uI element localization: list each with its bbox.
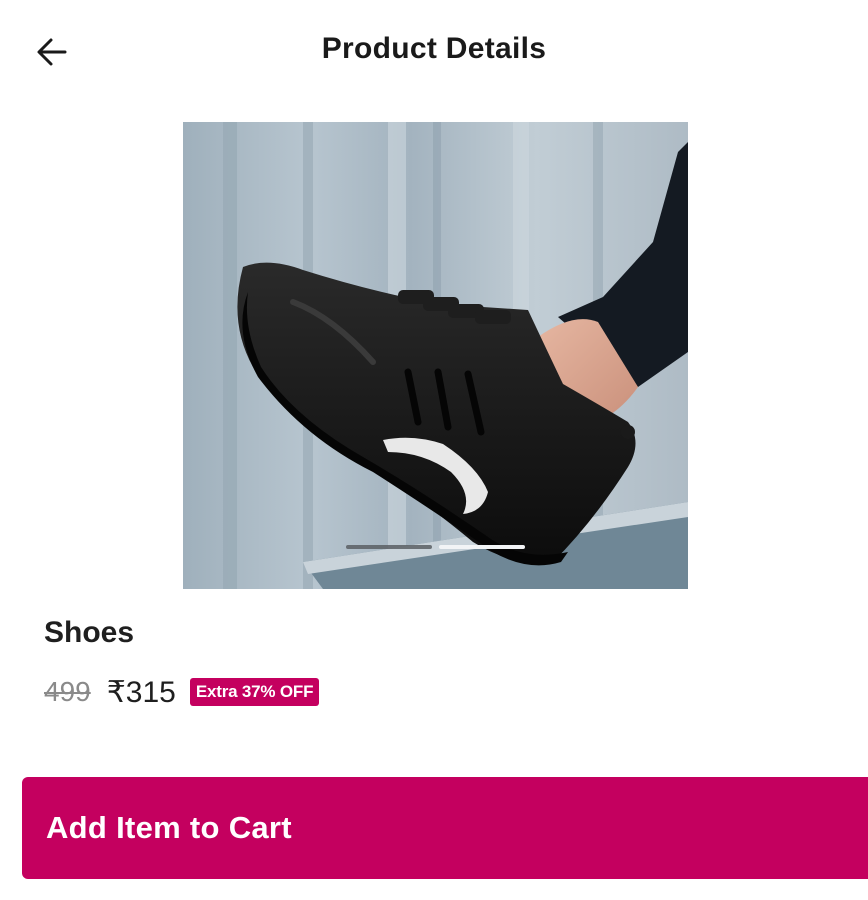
- product-details-screen: Product Details Shoes 499 ₹315 Extra 37%…: [0, 0, 868, 900]
- page-title: Product Details: [321, 32, 547, 65]
- carousel-dot-active[interactable]: [439, 545, 525, 549]
- product-image: [183, 122, 688, 589]
- original-price: 499: [44, 676, 91, 707]
- product-name: Shoes: [44, 616, 135, 649]
- product-image-carousel[interactable]: [183, 122, 688, 589]
- current-price: ₹315: [106, 675, 176, 709]
- carousel-dot[interactable]: [346, 545, 432, 549]
- price-row: 499 ₹315 Extra 37% OFF: [44, 672, 320, 712]
- add-to-cart-button[interactable]: Add Item to Cart: [22, 777, 868, 879]
- app-header: Product Details: [0, 0, 868, 104]
- discount-badge: Extra 37% OFF: [189, 678, 320, 706]
- add-to-cart-label: Add Item to Cart: [46, 810, 292, 845]
- carousel-indicator: [183, 545, 688, 549]
